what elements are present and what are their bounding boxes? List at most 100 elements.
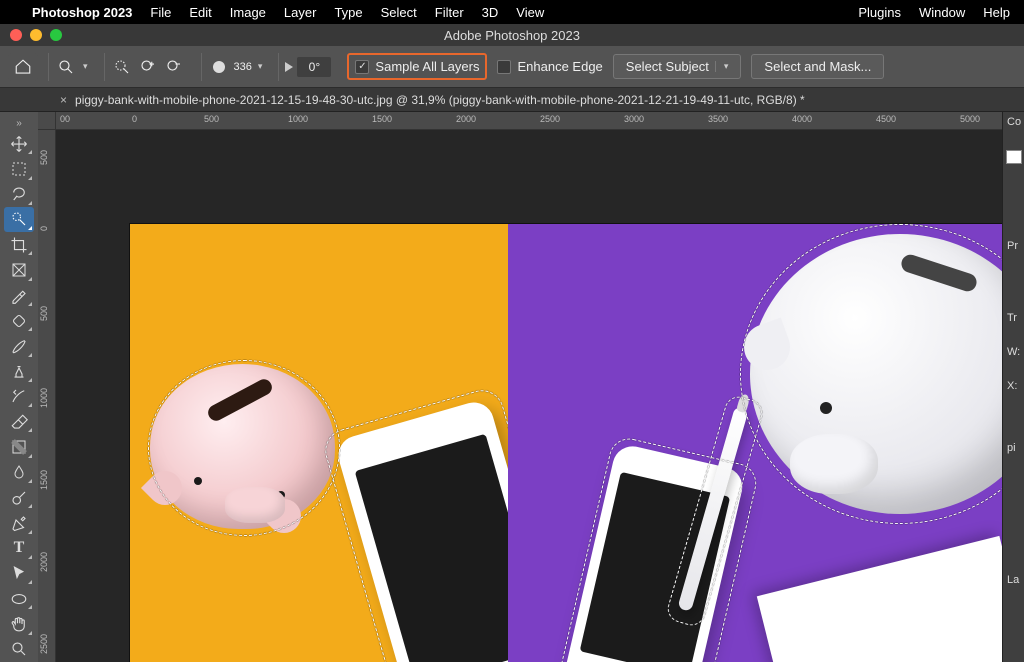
close-window-button[interactable] — [10, 29, 22, 41]
canvas-area[interactable]: 00 0 500 1000 1500 2000 2500 3000 3500 4… — [38, 112, 1002, 662]
menu-view[interactable]: View — [516, 5, 544, 20]
ruler-tick: 4000 — [792, 114, 812, 124]
ruler-tick: 500 — [39, 306, 49, 321]
x-label: X: — [1003, 380, 1024, 396]
move-tool[interactable] — [4, 131, 34, 156]
chevron-down-icon[interactable]: ▾ — [715, 61, 729, 72]
window-title: Adobe Photoshop 2023 — [444, 28, 580, 43]
eraser-tool[interactable] — [4, 409, 34, 434]
minimize-window-button[interactable] — [30, 29, 42, 41]
lasso-tool[interactable] — [4, 182, 34, 207]
layer-name-label: pi — [1003, 442, 1024, 458]
ruler-tick: 0 — [132, 114, 137, 124]
window-titlebar: Adobe Photoshop 2023 — [0, 24, 1024, 46]
menu-type[interactable]: Type — [334, 5, 362, 20]
properties-panel-tab[interactable]: Pr — [1003, 240, 1024, 256]
menu-3d[interactable]: 3D — [482, 5, 499, 20]
vertical-ruler[interactable]: 500 0 500 1000 1500 2000 2500 — [38, 130, 56, 662]
ruler-tick: 2000 — [39, 552, 49, 572]
frame-tool[interactable] — [4, 257, 34, 282]
document-tab-bar: × piggy-bank-with-mobile-phone-2021-12-1… — [0, 88, 1024, 112]
chevron-down-icon: ▾ — [258, 61, 263, 72]
checkbox-checked-icon[interactable] — [355, 60, 369, 74]
ellipse-tool[interactable] — [4, 586, 34, 611]
document-canvas[interactable] — [130, 224, 1002, 662]
select-and-mask-button[interactable]: Select and Mask... — [751, 54, 884, 79]
width-label: W: — [1003, 346, 1024, 362]
quick-selection-tool[interactable] — [4, 207, 34, 232]
select-subject-label: Select Subject — [626, 59, 709, 74]
ruler-origin[interactable] — [38, 112, 56, 130]
brush-size-value: 336 — [234, 61, 252, 73]
macos-menubar: Photoshop 2023 File Edit Image Layer Typ… — [0, 0, 1024, 24]
blur-tool[interactable] — [4, 460, 34, 485]
tools-collapse-icon[interactable]: » — [0, 116, 38, 131]
ruler-tick: 2500 — [39, 634, 49, 654]
type-tool[interactable]: T — [4, 536, 34, 561]
ruler-tick: 3000 — [624, 114, 644, 124]
hand-tool[interactable] — [4, 611, 34, 636]
layers-panel-tab[interactable]: La — [1003, 574, 1024, 590]
home-button[interactable] — [8, 53, 38, 81]
history-brush-tool[interactable] — [4, 384, 34, 409]
menu-file[interactable]: File — [150, 5, 171, 20]
menu-help[interactable]: Help — [983, 5, 1010, 20]
menu-filter[interactable]: Filter — [435, 5, 464, 20]
app-menu[interactable]: Photoshop 2023 — [32, 5, 132, 20]
menu-select[interactable]: Select — [381, 5, 417, 20]
ruler-tick: 1500 — [39, 470, 49, 490]
add-to-selection-icon[interactable] — [137, 56, 159, 78]
canvas-right-half — [508, 224, 1002, 662]
paper-corner — [757, 536, 1002, 662]
brush-tool[interactable] — [4, 333, 34, 358]
brush-picker[interactable]: 336 ▾ — [201, 53, 269, 81]
enhance-edge-option[interactable]: Enhance Edge — [497, 59, 602, 74]
ruler-tick: 00 — [60, 114, 70, 124]
foreground-color-swatch[interactable] — [1006, 150, 1022, 164]
ruler-tick: 4500 — [876, 114, 896, 124]
tool-preset-picker[interactable]: ▾ — [48, 53, 94, 81]
subtract-from-selection-icon[interactable] — [163, 56, 185, 78]
new-selection-icon[interactable] — [111, 56, 133, 78]
ruler-tick: 2000 — [456, 114, 476, 124]
canvas-left-half — [130, 224, 508, 662]
gradient-tool[interactable] — [4, 434, 34, 459]
menu-layer[interactable]: Layer — [284, 5, 317, 20]
menu-image[interactable]: Image — [230, 5, 266, 20]
zoom-window-button[interactable] — [50, 29, 62, 41]
crop-tool[interactable] — [4, 232, 34, 257]
horizontal-ruler[interactable]: 00 0 500 1000 1500 2000 2500 3000 3500 4… — [56, 112, 1002, 130]
selection-outline — [740, 224, 1002, 524]
select-subject-button[interactable]: Select Subject ▾ — [613, 54, 742, 79]
select-and-mask-label: Select and Mask... — [764, 59, 871, 74]
ruler-tick: 500 — [204, 114, 219, 124]
selection-outline — [148, 360, 340, 536]
ruler-tick: 1000 — [288, 114, 308, 124]
eyedropper-tool[interactable] — [4, 283, 34, 308]
pen-tool[interactable] — [4, 510, 34, 535]
transform-panel-tab[interactable]: Tr — [1003, 312, 1024, 328]
path-selection-tool[interactable] — [4, 561, 34, 586]
brush-size-icon — [208, 56, 230, 78]
color-panel-tab[interactable]: Co — [1003, 116, 1024, 132]
healing-brush-tool[interactable] — [4, 308, 34, 333]
chevron-down-icon: ▾ — [83, 61, 88, 72]
enhance-edge-label: Enhance Edge — [517, 59, 602, 74]
marquee-tool[interactable] — [4, 156, 34, 181]
checkbox-unchecked-icon[interactable] — [497, 60, 511, 74]
quick-selection-icon — [55, 56, 77, 78]
tools-panel: » T — [0, 112, 38, 662]
close-tab-icon[interactable]: × — [60, 93, 67, 107]
zoom-tool[interactable] — [4, 637, 34, 662]
sample-all-layers-option[interactable]: Sample All Layers — [347, 53, 487, 80]
document-tab[interactable]: × piggy-bank-with-mobile-phone-2021-12-1… — [48, 88, 817, 111]
dodge-tool[interactable] — [4, 485, 34, 510]
menu-window[interactable]: Window — [919, 5, 965, 20]
brush-angle-input[interactable] — [297, 57, 331, 77]
ruler-tick: 1500 — [372, 114, 392, 124]
menu-plugins[interactable]: Plugins — [858, 5, 901, 20]
menu-edit[interactable]: Edit — [189, 5, 211, 20]
clone-stamp-tool[interactable] — [4, 359, 34, 384]
brush-angle-control[interactable] — [278, 53, 337, 81]
angle-icon — [285, 62, 293, 72]
